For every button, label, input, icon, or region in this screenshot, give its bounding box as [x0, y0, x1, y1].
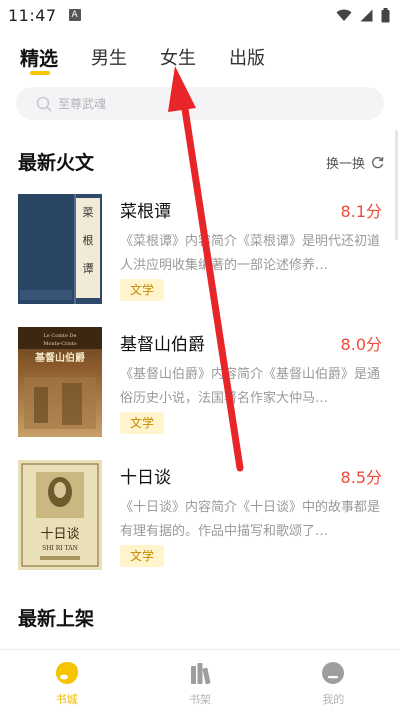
svg-text:十日谈: 十日谈 [40, 527, 79, 542]
tab-label: 精选 [20, 48, 59, 70]
nav-bookstore[interactable]: 书城 [0, 650, 133, 712]
category-tabs: 精选 男生 女生 出版 [20, 44, 298, 76]
genre-tag[interactable]: 文学 [120, 412, 165, 434]
status-time: 11:47 [8, 5, 57, 25]
tab-female[interactable]: 女生 [160, 44, 196, 76]
battery-icon [381, 7, 390, 23]
section-title-new: 最新上架 [18, 608, 95, 630]
book-item[interactable]: 十日谈 SHI RI TAN 十日谈 8.5分 《十日谈》内容简介《十日谈》中的… [18, 460, 384, 572]
book-title: 基督山伯爵 [120, 335, 205, 355]
book-description: 《菜根谭》内容简介《菜根谭》是明代还初道人洪应明收集编著的一部论述修养… [120, 234, 381, 273]
tab-label: 男生 [91, 48, 128, 69]
book-item[interactable]: Le Comte De Monte-Cristo 基督山伯爵 基督山伯爵 8.0… [18, 327, 384, 439]
book-title: 菜根谭 [120, 202, 171, 222]
nav-bookshelf[interactable]: 书架 [133, 650, 266, 712]
svg-text:根: 根 [83, 233, 94, 247]
tab-label: 女生 [160, 48, 197, 69]
book-cover: 十日谈 SHI RI TAN [18, 460, 102, 570]
signal-icon [360, 9, 373, 22]
notification-icon: A [68, 9, 81, 21]
book-description: 《十日谈》内容简介《十日谈》中的故事都是有理有据的。作品中描写和歌颂了… [120, 500, 381, 539]
svg-text:基督山伯爵: 基督山伯爵 [34, 351, 85, 364]
svg-text:菜: 菜 [83, 206, 94, 219]
search-icon [36, 96, 52, 112]
tab-featured[interactable]: 精选 [20, 44, 58, 76]
tab-published[interactable]: 出版 [229, 44, 265, 76]
profile-icon [320, 660, 346, 686]
search-input[interactable] [58, 96, 358, 111]
tab-male[interactable]: 男生 [91, 44, 127, 76]
svg-text:Le Comte De: Le Comte De [44, 333, 77, 339]
book-description: 《基督山伯爵》内容简介《基督山伯爵》是通俗历史小说，法国著名作家大仲马… [120, 367, 381, 406]
nav-label: 我的 [322, 693, 345, 706]
search-bar[interactable] [16, 87, 384, 120]
tab-label: 出版 [229, 48, 266, 69]
nav-profile[interactable]: 我的 [267, 650, 400, 712]
genre-tag[interactable]: 文学 [120, 545, 165, 567]
svg-text:谭: 谭 [83, 262, 94, 275]
wifi-icon [336, 9, 352, 22]
section-title-hot: 最新火文 [18, 152, 95, 174]
refresh-icon [371, 156, 384, 169]
active-tab-indicator [30, 71, 50, 75]
svg-text:SHI RI TAN: SHI RI TAN [42, 545, 78, 552]
book-cover: 菜 根 谭 [18, 194, 102, 304]
genre-tag[interactable]: 文学 [120, 279, 165, 301]
bookshelf-icon [187, 660, 213, 686]
book-cover: Le Comte De Monte-Cristo 基督山伯爵 [18, 327, 102, 437]
scrollbar[interactable] [395, 130, 398, 240]
book-title: 十日谈 [120, 468, 171, 488]
refresh-label: 换一换 [325, 157, 365, 172]
svg-text:Monte-Cristo: Monte-Cristo [43, 341, 76, 347]
status-indicators [336, 7, 390, 23]
status-bar: 11:47 A [0, 0, 400, 30]
book-score: 8.5分 [340, 468, 382, 487]
refresh-button[interactable]: 换一换 [326, 153, 384, 172]
book-score: 8.1分 [340, 202, 382, 221]
book-item[interactable]: 菜 根 谭 菜根谭 8.1分 《菜根谭》内容简介《菜根谭》是明代还初道人洪应明收… [18, 194, 384, 306]
bottom-nav: 书城 书架 我的 [0, 649, 400, 712]
book-score: 8.0分 [340, 335, 382, 354]
bookstore-icon [54, 660, 80, 686]
nav-label: 书城 [55, 693, 78, 706]
nav-label: 书架 [188, 693, 211, 706]
